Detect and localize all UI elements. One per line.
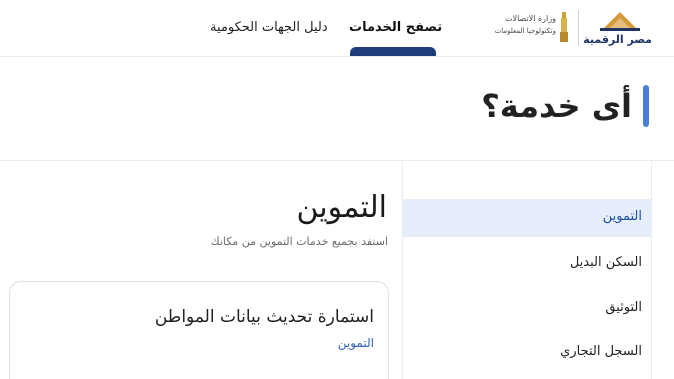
hero-section: أى خدمة؟ xyxy=(0,57,674,161)
ministry-name-line1: وزارة الاتصالات xyxy=(504,14,556,23)
egypt-digital-logo-icon xyxy=(600,12,640,31)
service-card-title[interactable]: استمارة تحديث بيانات المواطن xyxy=(155,307,374,327)
nav-browse-services[interactable]: تصفح الخدمات xyxy=(349,20,442,35)
ministry-name-line2: وتكنولوجيا المعلومات xyxy=(494,27,556,35)
service-card-category[interactable]: التموين xyxy=(338,336,374,350)
sidebar-item-label: التوثيق xyxy=(605,300,642,315)
sidebar-item-commercial-register[interactable]: السجل التجاري xyxy=(403,334,651,372)
nav-active-indicator xyxy=(350,47,436,56)
egypt-digital-logo[interactable]: مصر الرقمية xyxy=(583,8,652,48)
sidebar-item-tamween[interactable]: التموين xyxy=(403,199,651,237)
sidebar-item-label: التموين xyxy=(602,209,642,224)
sidebar-item-alternative-housing[interactable]: السكن البديل xyxy=(403,245,651,283)
ministry-logo: وزارة الاتصالات وتكنولوجيا المعلومات xyxy=(488,10,574,46)
nav-government-directory[interactable]: دليل الجهات الحكومية xyxy=(210,20,328,35)
hero-accent-bar xyxy=(643,85,649,127)
logo-divider xyxy=(578,10,579,46)
category-sidebar: التموين السكن البديل التوثيق السجل التجا… xyxy=(402,161,652,379)
category-title: التموين xyxy=(296,190,387,225)
category-subtitle: استفد بجميع خدمات التموين من مكانك xyxy=(210,235,388,248)
page-title: أى خدمة؟ xyxy=(481,87,632,125)
sidebar-item-label: السكن البديل xyxy=(569,255,642,270)
sidebar-item-label: السجل التجاري xyxy=(560,344,642,359)
service-card[interactable]: استمارة تحديث بيانات المواطن التموين xyxy=(9,281,389,379)
sidebar-item-notarization[interactable]: التوثيق xyxy=(403,290,651,328)
top-header: مصر الرقمية وزارة الاتصالات وتكنولوجيا ا… xyxy=(0,0,674,57)
ministry-logo-icon xyxy=(560,12,568,42)
page: مصر الرقمية وزارة الاتصالات وتكنولوجيا ا… xyxy=(0,0,674,379)
logo-text: مصر الرقمية xyxy=(583,33,652,46)
